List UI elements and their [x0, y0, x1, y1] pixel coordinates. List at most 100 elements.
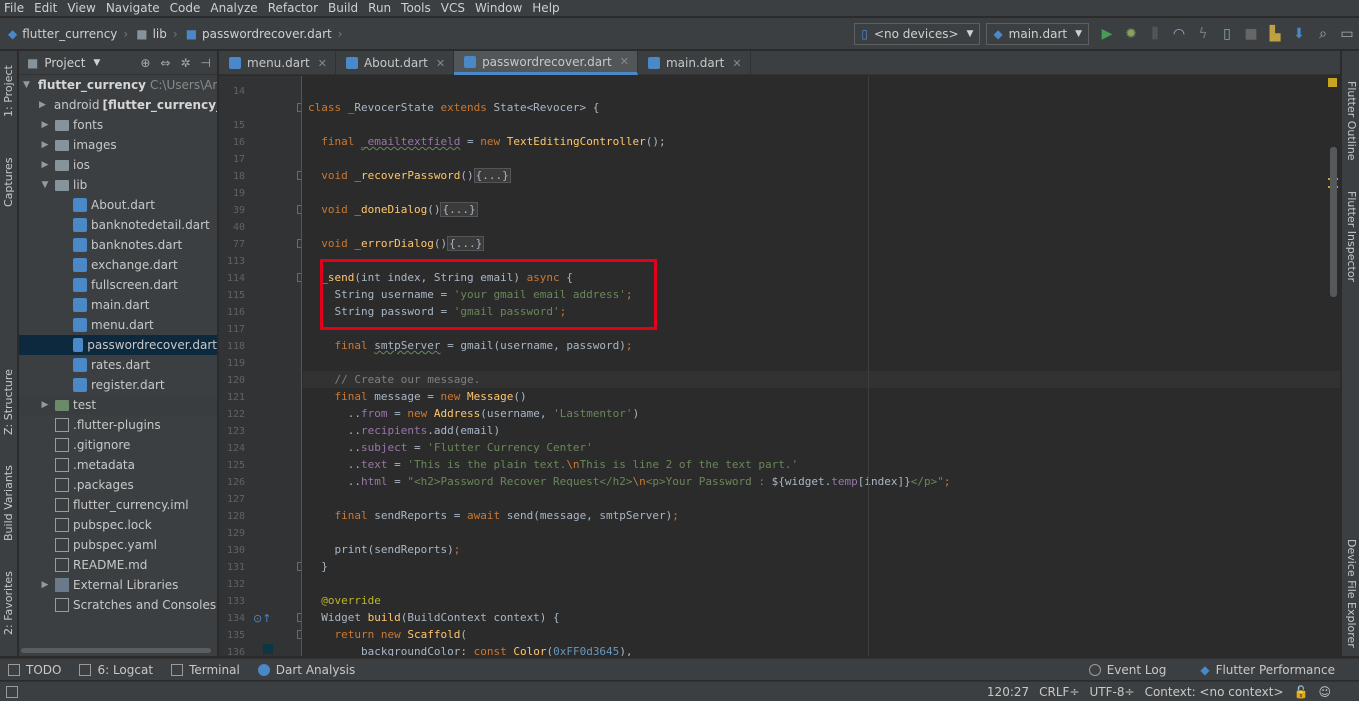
tree-file[interactable]: main.dart — [19, 295, 217, 315]
tool-tab-device-file-explorer[interactable]: Device File Explorer — [1345, 539, 1358, 648]
file-encoding[interactable]: UTF-8÷ — [1090, 685, 1135, 699]
run-icon[interactable]: ▶ — [1095, 22, 1119, 46]
close-icon[interactable]: ✕ — [436, 57, 445, 70]
menu-run[interactable]: Run — [364, 0, 397, 16]
fold-marker-icon[interactable] — [297, 630, 301, 639]
fold-marker-icon[interactable] — [297, 273, 301, 282]
menu-edit[interactable]: Edit — [30, 0, 63, 16]
tree-file[interactable]: register.dart — [19, 375, 217, 395]
fold-marker-icon[interactable] — [297, 103, 301, 112]
breadcrumb-project[interactable]: ◆ flutter_currency › — [0, 18, 128, 50]
tree-item-external-libraries[interactable]: ▶ External Libraries — [19, 575, 217, 595]
tree-file[interactable]: pubspec.lock — [19, 515, 217, 535]
tree-item-images[interactable]: ▶ images — [19, 135, 217, 155]
tree-file[interactable]: banknotes.dart — [19, 235, 217, 255]
tree-file[interactable]: flutter_currency.iml — [19, 495, 217, 515]
expanded-arrow-icon[interactable]: ▼ — [39, 180, 51, 190]
locate-icon[interactable]: ⊕ — [140, 56, 150, 70]
tool-terminal[interactable]: Terminal — [163, 663, 250, 677]
tree-file[interactable]: About.dart — [19, 195, 217, 215]
chevron-down-icon[interactable]: ▼ — [93, 58, 100, 68]
close-icon[interactable]: ✕ — [732, 57, 741, 70]
hide-icon[interactable]: ⊣ — [201, 56, 211, 70]
menu-help[interactable]: Help — [528, 0, 565, 16]
fold-marker-icon[interactable] — [297, 562, 301, 571]
tool-logcat[interactable]: 6: Logcat — [71, 663, 163, 677]
menu-navigate[interactable]: Navigate — [102, 0, 166, 16]
tab-main-dart[interactable]: main.dart ✕ — [638, 51, 751, 75]
tree-file[interactable]: exchange.dart — [19, 255, 217, 275]
close-icon[interactable]: ✕ — [620, 55, 629, 68]
search-icon[interactable]: ⌕ — [1311, 22, 1335, 46]
tab-passwordrecover-dart[interactable]: passwordrecover.dart ✕ — [454, 51, 638, 75]
tab-menu-dart[interactable]: menu.dart ✕ — [219, 51, 336, 75]
collapsed-arrow-icon[interactable]: ▶ — [39, 580, 51, 590]
apply-changes-icon[interactable]: ▯ — [1215, 22, 1239, 46]
tool-tab-structure[interactable]: Z: Structure — [2, 361, 15, 435]
tree-file[interactable]: .packages — [19, 475, 217, 495]
tree-file[interactable]: banknotedetail.dart — [19, 215, 217, 235]
tree-item-android[interactable]: ▶ android [flutter_currency_ — [19, 95, 217, 115]
inspector-icon[interactable]: ☺ — [1318, 685, 1331, 699]
context-indicator[interactable]: Context: <no context> — [1145, 685, 1284, 699]
menu-tools[interactable]: Tools — [397, 0, 437, 16]
tree-file[interactable]: menu.dart — [19, 315, 217, 335]
fold-marker-icon[interactable] — [297, 239, 301, 248]
collapsed-arrow-icon[interactable]: ▶ — [39, 120, 51, 130]
tree-item-fonts[interactable]: ▶ fonts — [19, 115, 217, 135]
collapsed-arrow-icon[interactable]: ▶ — [39, 100, 46, 110]
editor-vertical-scrollbar[interactable] — [1330, 147, 1337, 297]
avd-manager-icon[interactable]: ⬇ — [1287, 22, 1311, 46]
fold-marker-icon[interactable] — [297, 205, 301, 214]
tree-item-test[interactable]: ▶ test — [19, 395, 217, 415]
fold-marker-icon[interactable] — [297, 171, 301, 180]
collapsed-arrow-icon[interactable]: ▶ — [39, 400, 51, 410]
tool-tab-captures[interactable]: Captures — [2, 147, 15, 207]
collapsed-arrow-icon[interactable]: ▶ — [39, 140, 51, 150]
toggle-tool-windows-icon[interactable] — [6, 685, 18, 698]
code-editor[interactable]: class _RevocerState extends State<Revoce… — [303, 76, 1340, 656]
hot-reload-icon[interactable]: ϟ — [1191, 22, 1215, 46]
tool-tab-favorites[interactable]: 2: Favorites — [2, 571, 15, 635]
tool-tab-flutter-inspector[interactable]: Flutter Inspector — [1345, 191, 1358, 282]
tool-dart-analysis[interactable]: Dart Analysis — [250, 663, 366, 677]
line-separator[interactable]: CRLF÷ — [1039, 685, 1079, 699]
project-view-selector[interactable]: Project — [44, 56, 85, 70]
lock-icon[interactable]: 🔓 — [1294, 685, 1309, 699]
tree-file[interactable]: fullscreen.dart — [19, 275, 217, 295]
collapse-icon[interactable]: ⇔ — [160, 56, 170, 70]
collapsed-arrow-icon[interactable]: ▶ — [39, 160, 51, 170]
warning-marker-icon[interactable] — [1328, 78, 1337, 87]
tree-file-selected[interactable]: passwordrecover.dart — [19, 335, 217, 355]
expanded-arrow-icon[interactable]: ▼ — [23, 80, 30, 90]
tree-item-ios[interactable]: ▶ ios — [19, 155, 217, 175]
run-config-selector[interactable]: ◆ main.dart ▼ — [986, 23, 1089, 45]
sdk-manager-icon[interactable]: ▙ — [1263, 22, 1287, 46]
tree-file[interactable]: .flutter-plugins — [19, 415, 217, 435]
tool-flutter-performance[interactable]: ◆ Flutter Performance — [1192, 663, 1345, 677]
tree-file[interactable]: .gitignore — [19, 435, 217, 455]
menu-code[interactable]: Code — [166, 0, 207, 16]
tool-tab-build-variants[interactable]: Build Variants — [2, 461, 15, 541]
debug-icon[interactable]: ✹ — [1119, 22, 1143, 46]
tree-file[interactable]: rates.dart — [19, 355, 217, 375]
project-horizontal-scrollbar[interactable] — [19, 648, 218, 654]
menu-file[interactable]: File — [0, 0, 30, 16]
tool-tab-flutter-outline[interactable]: Flutter Outline — [1345, 81, 1358, 161]
breadcrumb-file[interactable]: ■ passwordrecover.dart › — [178, 18, 343, 50]
tree-root[interactable]: ▼ flutter_currency C:\Users\An — [19, 75, 217, 95]
profile-icon[interactable]: ⫼ — [1143, 22, 1167, 46]
menu-analyze[interactable]: Analyze — [206, 0, 263, 16]
device-selector[interactable]: ▯ <no devices> ▼ — [854, 23, 981, 45]
breadcrumb-lib[interactable]: ■ lib › — [128, 18, 177, 50]
caret-position[interactable]: 120:27 — [987, 685, 1029, 699]
close-icon[interactable]: ✕ — [318, 57, 327, 70]
tool-event-log[interactable]: Event Log — [1081, 663, 1177, 677]
tab-about-dart[interactable]: About.dart ✕ — [336, 51, 455, 75]
menu-window[interactable]: Window — [471, 0, 528, 16]
override-marker-icon[interactable]: ⊙↑ — [253, 612, 271, 625]
tree-file[interactable]: README.md — [19, 555, 217, 575]
stop-icon[interactable]: ■ — [1239, 22, 1263, 46]
tree-item-scratches[interactable]: Scratches and Consoles — [19, 595, 217, 615]
gear-icon[interactable]: ✲ — [180, 56, 190, 70]
